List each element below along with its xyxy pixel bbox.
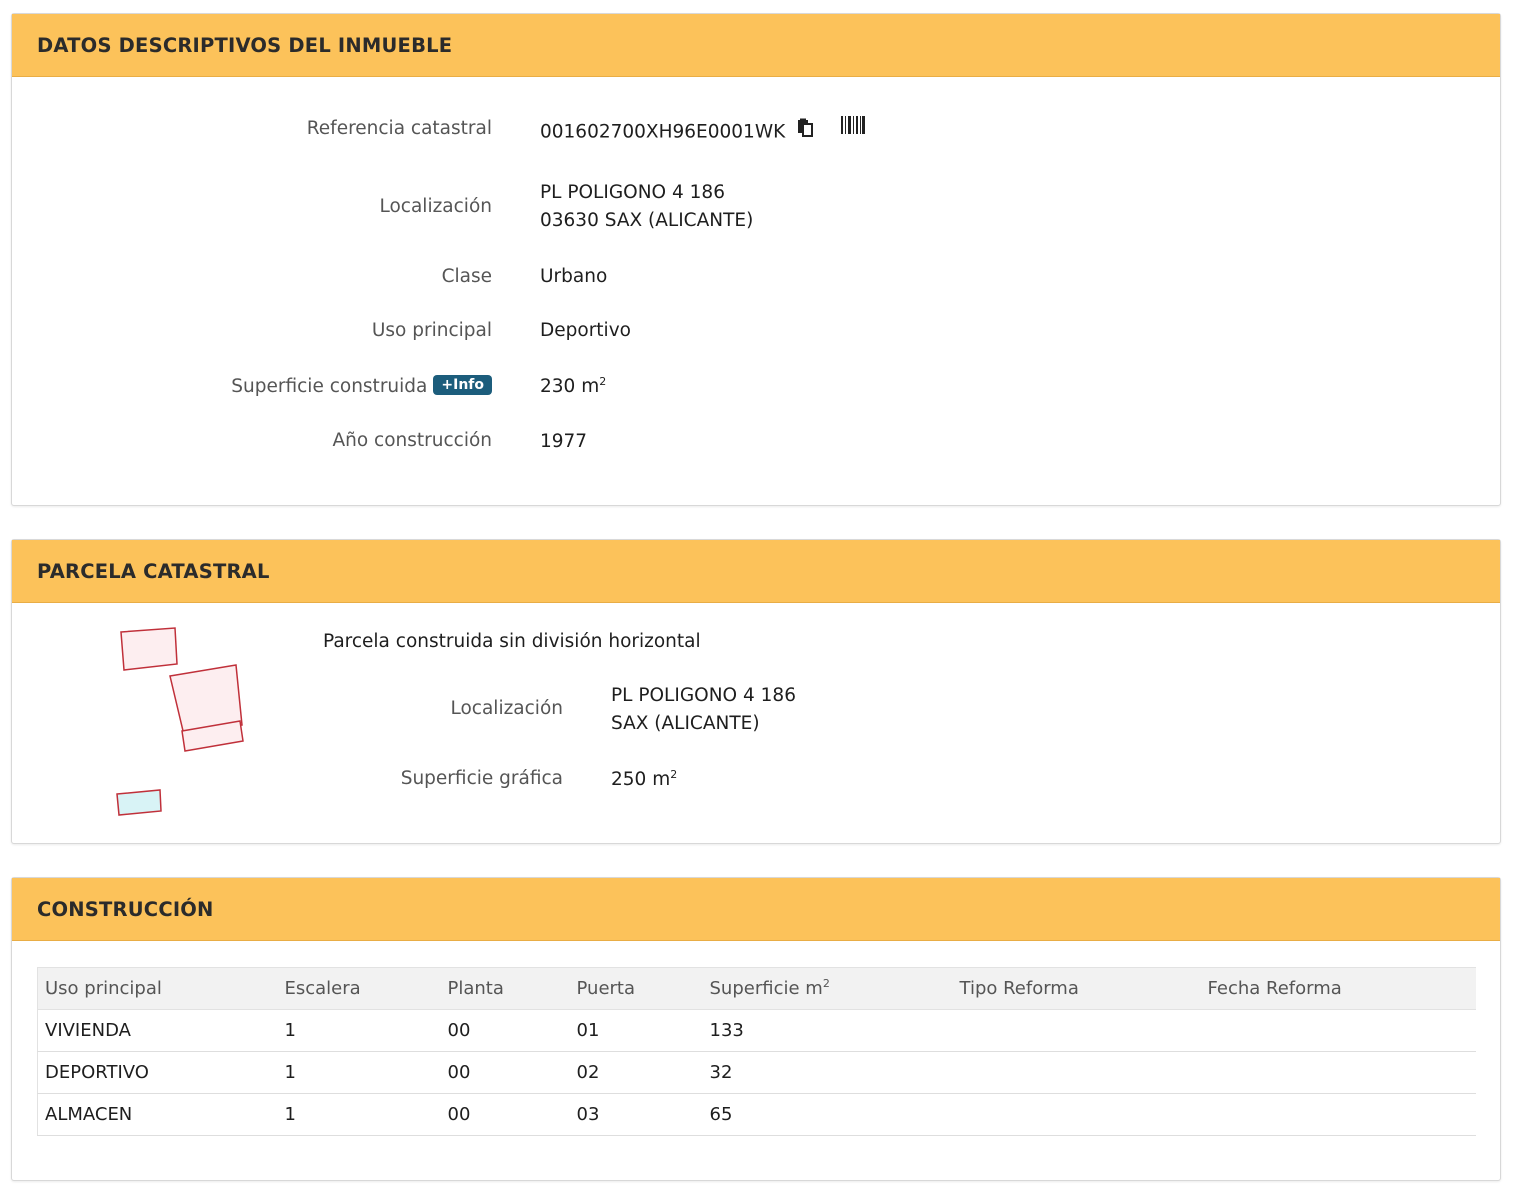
localizacion-line1: PL POLIGONO 4 186 bbox=[540, 182, 725, 203]
panel-header: CONSTRUCCIÓN bbox=[12, 878, 1500, 941]
panel-title: PARCELA CATASTRAL bbox=[37, 559, 270, 583]
column-header-uso: Uso principal bbox=[37, 967, 278, 1010]
column-header-puerta: Puerta bbox=[569, 967, 703, 1010]
column-header-escalera: Escalera bbox=[277, 967, 441, 1010]
cell-superficie: 32 bbox=[702, 1051, 953, 1094]
label-superficie-construida: Superficie construida bbox=[231, 376, 428, 397]
label-parcela-localizacion: Localización bbox=[450, 698, 564, 719]
column-header-tipo-reforma: Tipo Reforma bbox=[952, 967, 1201, 1010]
cell-planta: 00 bbox=[440, 1009, 570, 1052]
cell-planta: 00 bbox=[440, 1051, 570, 1094]
cell-uso: DEPORTIVO bbox=[37, 1051, 278, 1094]
column-header-superficie: Superficie m2 bbox=[702, 967, 953, 1010]
referencia-text[interactable]: 001602700XH96E0001WK bbox=[540, 122, 785, 143]
table-row: ALMACEN 1 00 03 65 bbox=[37, 1093, 1476, 1136]
table-row: VIVIENDA 1 00 01 133 bbox=[37, 1009, 1476, 1052]
panel-title: CONSTRUCCIÓN bbox=[37, 897, 214, 921]
table-row: DEPORTIVO 1 00 02 32 bbox=[37, 1051, 1476, 1094]
value-parcela-localizacion: PL POLIGONO 4 186 SAX (ALICANTE) bbox=[611, 682, 796, 738]
cell-fecha-reforma bbox=[1200, 1093, 1476, 1136]
value-superficie-construida: 230 m2 bbox=[540, 373, 606, 401]
cell-tipo-reforma bbox=[952, 1009, 1201, 1052]
label-superficie-grafica: Superficie gráfica bbox=[400, 768, 563, 789]
cell-fecha-reforma bbox=[1200, 1009, 1476, 1052]
panel-header: DATOS DESCRIPTIVOS DEL INMUEBLE bbox=[12, 14, 1500, 77]
panel-construccion: CONSTRUCCIÓN Uso principal Escalera Plan… bbox=[11, 877, 1501, 1181]
label-clase: Clase bbox=[441, 266, 492, 287]
panel-header: PARCELA CATASTRAL bbox=[12, 540, 1500, 603]
barcode-icon[interactable] bbox=[841, 115, 866, 143]
parcel-shape bbox=[120, 627, 178, 671]
parcela-localizacion-line2: SAX (ALICANTE) bbox=[611, 713, 760, 734]
localizacion-line2: 03630 SAX (ALICANTE) bbox=[540, 210, 754, 231]
label-localizacion: Localización bbox=[379, 196, 493, 217]
panel-datos-descriptivos: DATOS DESCRIPTIVOS DEL INMUEBLE Referenc… bbox=[11, 13, 1501, 506]
value-anio-construccion: 1977 bbox=[540, 431, 588, 452]
cell-uso: ALMACEN bbox=[37, 1093, 278, 1136]
cell-superficie: 133 bbox=[702, 1009, 953, 1052]
cell-planta: 00 bbox=[440, 1093, 570, 1136]
superficie-header-text: Superficie m bbox=[709, 978, 823, 999]
cell-escalera: 1 bbox=[277, 1009, 441, 1052]
panel-title: DATOS DESCRIPTIVOS DEL INMUEBLE bbox=[37, 33, 453, 57]
cell-uso: VIVIENDA bbox=[37, 1009, 278, 1052]
value-localizacion: PL POLIGONO 4 186 03630 SAX (ALICANTE) bbox=[540, 179, 753, 235]
cell-escalera: 1 bbox=[277, 1093, 441, 1136]
value-uso-principal: Deportivo bbox=[540, 320, 631, 341]
info-button[interactable]: +Info bbox=[433, 375, 492, 395]
cell-puerta: 03 bbox=[569, 1093, 703, 1136]
cell-superficie: 65 bbox=[702, 1093, 953, 1136]
parcela-localizacion-line1: PL POLIGONO 4 186 bbox=[611, 685, 796, 706]
superficie-construida-text: 230 m bbox=[540, 376, 600, 397]
label-anio-construccion: Año construcción bbox=[332, 430, 492, 451]
table-header-row: Uso principal Escalera Planta Puerta Sup… bbox=[37, 967, 1476, 1010]
cell-puerta: 01 bbox=[569, 1009, 703, 1052]
superficie-grafica-text: 250 m bbox=[611, 769, 671, 790]
parcel-shape bbox=[116, 789, 162, 816]
cell-tipo-reforma bbox=[952, 1093, 1201, 1136]
parcela-subtitle: Parcela construida sin división horizont… bbox=[323, 631, 701, 652]
label-referencia: Referencia catastral bbox=[306, 118, 492, 139]
cell-tipo-reforma bbox=[952, 1051, 1201, 1094]
column-header-fecha-reforma: Fecha Reforma bbox=[1200, 967, 1476, 1010]
panel-parcela-catastral: PARCELA CATASTRAL Parcela construida sin… bbox=[11, 539, 1501, 844]
cell-escalera: 1 bbox=[277, 1051, 441, 1094]
superficie-grafica-exponent: 2 bbox=[670, 767, 678, 781]
value-superficie-grafica: 250 m2 bbox=[611, 766, 677, 794]
copy-icon[interactable] bbox=[795, 118, 815, 147]
parcel-map[interactable] bbox=[102, 618, 272, 828]
value-referencia: 001602700XH96E0001WK bbox=[540, 115, 866, 147]
label-uso-principal: Uso principal bbox=[371, 320, 492, 341]
cell-puerta: 02 bbox=[569, 1051, 703, 1094]
cell-fecha-reforma bbox=[1200, 1051, 1476, 1094]
column-header-planta: Planta bbox=[440, 967, 570, 1010]
superficie-exponent: 2 bbox=[599, 374, 607, 388]
superficie-header-exponent: 2 bbox=[822, 977, 830, 990]
value-clase: Urbano bbox=[540, 266, 608, 287]
label-superficie-construida-row: Superficie construida +Info bbox=[231, 375, 492, 397]
construccion-table: Uso principal Escalera Planta Puerta Sup… bbox=[37, 967, 1476, 1136]
